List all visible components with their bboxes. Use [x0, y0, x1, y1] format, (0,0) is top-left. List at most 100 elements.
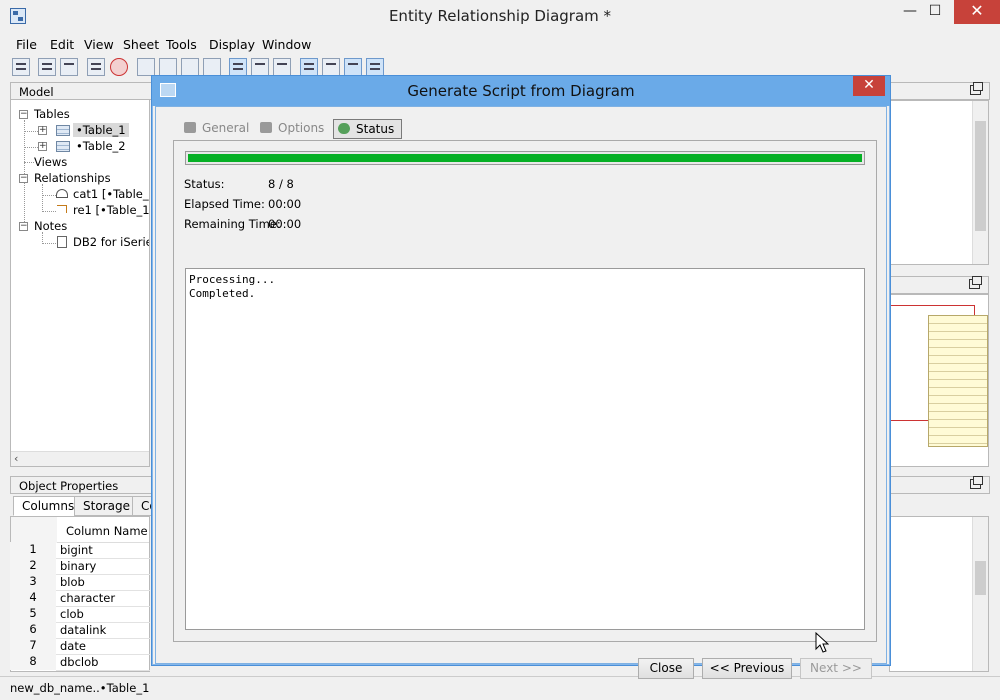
relationship-icon	[56, 189, 68, 198]
column-name-header[interactable]: Column Name	[66, 524, 148, 538]
collapse-icon[interactable]: −	[19, 222, 28, 231]
row-number[interactable]: 5	[10, 606, 56, 622]
menu-sheet[interactable]: Sheet	[123, 37, 159, 52]
properties-tabs: Columns Storage Co	[10, 496, 162, 516]
null-icon[interactable]	[322, 58, 340, 76]
tab-options[interactable]: Options	[260, 119, 330, 139]
column-name-cell[interactable]: binary	[60, 559, 96, 573]
tree-rel-cat1[interactable]: cat1 [•Table_1 -	[73, 187, 149, 201]
page-setup-icon[interactable]	[60, 58, 78, 76]
restore-icon[interactable]	[969, 276, 982, 289]
zoom-in-icon[interactable]	[159, 58, 177, 76]
expand-icon[interactable]: +	[38, 142, 47, 151]
window-title: Entity Relationship Diagram *	[388, 7, 612, 25]
log-output[interactable]: Processing... Completed.	[185, 268, 865, 630]
window-close-button[interactable]: ✕	[954, 0, 1000, 24]
close-button[interactable]: Close	[638, 658, 694, 679]
row-number[interactable]: 6	[10, 622, 56, 638]
menu-edit[interactable]: Edit	[50, 37, 74, 52]
general-tab-icon	[184, 122, 196, 133]
collapse-icon[interactable]: −	[19, 110, 28, 119]
zoom-fit-icon[interactable]	[137, 58, 155, 76]
tab-status[interactable]: Status	[333, 119, 402, 139]
previous-button[interactable]: << Previous	[702, 658, 792, 679]
tree-note-db2[interactable]: DB2 for iSeries 5	[73, 235, 149, 249]
column-name-cell[interactable]: datalink	[60, 623, 106, 637]
relationship-icon	[57, 205, 67, 213]
tree-relationships[interactable]: Relationships	[34, 171, 111, 185]
vertical-scrollbar[interactable]	[972, 517, 988, 671]
column-name-cell[interactable]: character	[60, 591, 115, 605]
relation-view-icon[interactable]	[366, 58, 384, 76]
name-view-icon[interactable]	[273, 58, 291, 76]
dialog-title: Generate Script from Diagram	[407, 82, 635, 100]
tab-columns[interactable]: Columns	[13, 496, 84, 516]
zoom-out-icon[interactable]	[181, 58, 199, 76]
key-view-icon[interactable]	[344, 58, 362, 76]
tree-rel-re1[interactable]: re1 [•Table_1 -	[73, 203, 149, 217]
menubar: File Edit View Sheet Tools Display Windo…	[0, 34, 1000, 56]
diagram-canvas[interactable]	[889, 294, 989, 467]
table-view-icon[interactable]	[229, 58, 247, 76]
dialog-close-button[interactable]: ✕	[853, 76, 885, 96]
menu-tools[interactable]: Tools	[166, 37, 197, 52]
window-titlebar: Entity Relationship Diagram * — ☐ ✕	[0, 0, 1000, 32]
progress-bar	[185, 151, 865, 165]
grid-header: Column Name	[11, 517, 149, 543]
row-number[interactable]: 7	[10, 638, 56, 654]
restore-icon[interactable]	[970, 82, 983, 95]
status-label: Status:	[184, 177, 225, 191]
horizontal-scrollbar[interactable]: ‹	[11, 451, 149, 466]
menu-file[interactable]: File	[16, 37, 37, 52]
row-number[interactable]: 4	[10, 590, 56, 606]
menu-display[interactable]: Display	[209, 37, 255, 52]
restore-icon[interactable]	[970, 476, 983, 489]
status-bar: new_db_name..•Table_1	[0, 676, 1000, 700]
log-line: Completed.	[189, 287, 256, 300]
remaining-time-label: Remaining Time:	[184, 217, 281, 231]
tree-tables[interactable]: Tables	[34, 107, 70, 121]
vertical-scrollbar[interactable]	[972, 101, 988, 264]
maximize-button[interactable]: ☐	[920, 0, 950, 24]
row-number[interactable]: 1	[10, 542, 56, 558]
tree-notes[interactable]: Notes	[34, 219, 67, 233]
tab-general[interactable]: General	[184, 119, 254, 139]
next-button[interactable]: Next >>	[800, 658, 872, 679]
tab-storage[interactable]: Storage	[74, 496, 139, 516]
status-tab-panel: Status: 8 / 8 Elapsed Time: 00:00 Remain…	[173, 140, 877, 642]
zoom-icon[interactable]	[203, 58, 221, 76]
column-name-cell[interactable]: dbclob	[60, 655, 98, 669]
row-number[interactable]: 3	[10, 574, 56, 590]
generate-script-dialog: Generate Script from Diagram ✕ General O…	[151, 75, 891, 679]
expand-icon[interactable]: +	[38, 126, 47, 135]
column-name-cell[interactable]: bigint	[60, 543, 93, 557]
elapsed-time-value: 00:00	[268, 197, 302, 211]
column-name-cell[interactable]: blob	[60, 575, 85, 589]
progress-bar-fill	[188, 154, 862, 162]
columns-rows: 1 bigint 2 binary 3 blob 4 character 5 clob 6 datal…	[10, 542, 150, 672]
column-name-cell[interactable]: clob	[60, 607, 84, 621]
menu-view[interactable]: View	[84, 37, 114, 52]
column-name-cell[interactable]: date	[60, 639, 86, 653]
dialog-titlebar: Generate Script from Diagram ✕	[152, 76, 890, 106]
tree-views[interactable]: Views	[34, 155, 67, 169]
print-icon[interactable]	[38, 58, 56, 76]
scroll-left-icon[interactable]: ‹	[14, 452, 18, 465]
tree-table-1[interactable]: •Table_1	[73, 123, 129, 137]
column-view-icon[interactable]	[251, 58, 269, 76]
tree-table-2[interactable]: •Table_2	[76, 139, 126, 153]
add-table-icon[interactable]	[87, 58, 105, 76]
table-entity-box[interactable]	[928, 315, 988, 447]
mouse-cursor-icon	[815, 632, 829, 653]
collapse-icon[interactable]: −	[19, 174, 28, 183]
row-number[interactable]: 8	[10, 654, 56, 670]
stop-icon[interactable]	[110, 58, 128, 76]
row-number[interactable]: 2	[10, 558, 56, 574]
table-icon	[56, 141, 70, 152]
menu-window[interactable]: Window	[262, 37, 311, 52]
dialog-body: General Options Status Status: 8 / 8 Ela…	[155, 106, 887, 679]
object-properties-title: Object Properties	[19, 479, 119, 493]
save-icon[interactable]	[12, 58, 30, 76]
model-panel-title: Model	[19, 85, 54, 99]
grid-view-icon[interactable]	[300, 58, 318, 76]
